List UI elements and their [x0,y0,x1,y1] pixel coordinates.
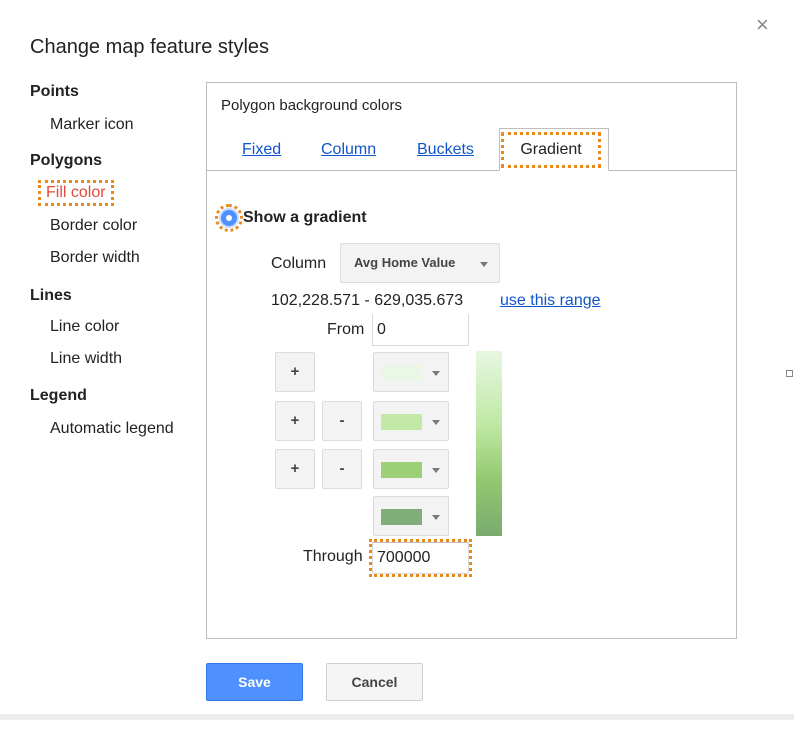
sidebar-item-line-width[interactable]: Line width [50,350,122,368]
use-this-range-link[interactable]: use this range [500,292,601,310]
sidebar-item-automatic-legend[interactable]: Automatic legend [50,420,174,438]
cancel-button[interactable]: Cancel [326,663,423,701]
gradient-preview-bar [476,351,502,536]
sidebar-heading-legend: Legend [30,387,87,404]
tabs-divider [207,170,737,171]
tab-gradient[interactable]: Gradient [499,128,609,171]
radio-selected-icon[interactable] [215,204,243,232]
dialog-title: Change map feature styles [30,36,270,58]
tab-fixed[interactable]: Fixed [242,141,281,159]
column-select-value: Avg Home Value [354,255,456,270]
color-swatch [381,509,422,525]
through-input[interactable] [369,539,472,577]
column-label: Column [271,255,327,272]
through-label: Through [303,548,363,565]
tab-column[interactable]: Column [321,141,376,159]
sidebar-item-border-width[interactable]: Border width [50,249,140,267]
color-picker-1[interactable] [373,352,449,392]
dialog-bottom-bar [0,714,794,720]
remove-color-button[interactable]: - [322,449,362,489]
sidebar-heading-lines: Lines [30,287,72,304]
chevron-down-icon [480,262,488,267]
range-text: 102,228.571 - 629,035.673 [271,292,464,309]
show-gradient-label: Show a gradient [243,209,367,226]
color-picker-2[interactable] [373,401,449,441]
save-button[interactable]: Save [206,663,303,701]
color-swatch [381,365,422,381]
add-color-button[interactable]: + [275,352,315,392]
chevron-down-icon [432,468,440,473]
resize-handle [786,370,793,377]
sidebar-item-border-color[interactable]: Border color [50,217,137,235]
tab-buckets[interactable]: Buckets [417,141,474,159]
from-label: From [327,321,365,338]
add-color-button[interactable]: + [275,449,315,489]
sidebar-heading-points: Points [30,83,79,100]
chevron-down-icon [432,371,440,376]
color-picker-4[interactable] [373,496,449,536]
remove-color-button[interactable]: - [322,401,362,441]
sidebar-item-fill-color[interactable]: Fill color [38,180,114,206]
add-color-button[interactable]: + [275,401,315,441]
color-picker-3[interactable] [373,449,449,489]
sidebar-heading-polygons: Polygons [30,152,103,169]
column-select[interactable]: Avg Home Value [340,243,500,283]
chevron-down-icon [432,420,440,425]
close-icon[interactable]: × [756,12,769,38]
tab-gradient-label: Gradient [501,132,601,168]
color-swatch [381,414,422,430]
sidebar-item-marker-icon[interactable]: Marker icon [50,116,134,134]
color-swatch [381,462,422,478]
sidebar-item-line-color[interactable]: Line color [50,318,119,336]
chevron-down-icon [432,515,440,520]
from-input[interactable] [372,314,469,346]
panel-title: Polygon background colors [221,97,402,114]
